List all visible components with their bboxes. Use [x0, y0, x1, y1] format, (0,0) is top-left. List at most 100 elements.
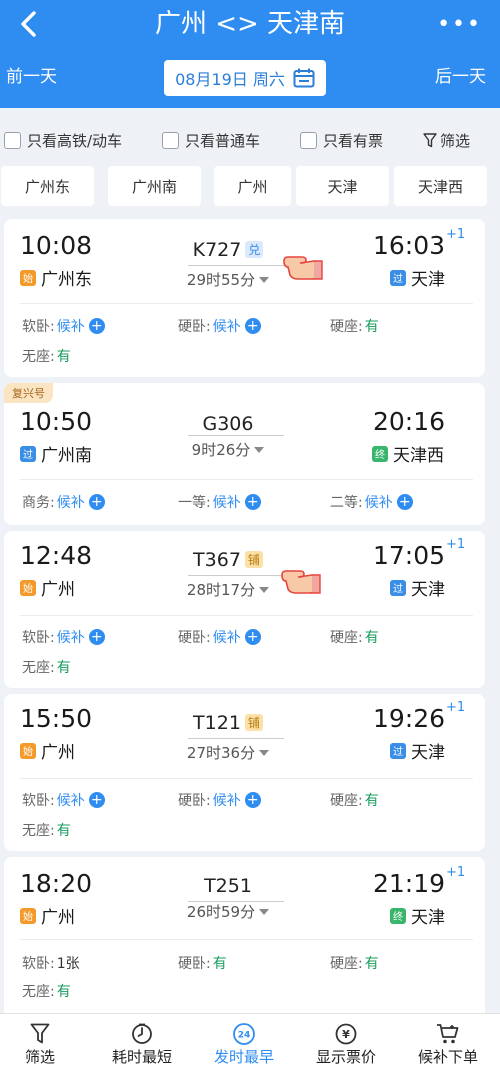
seat-value: 候补 — [212, 319, 241, 335]
only-highspeed-checkbox[interactable]: 只看高铁/动车 — [4, 130, 122, 151]
seat-label: 软卧: — [22, 956, 55, 972]
add-waitlist-icon: + — [396, 494, 413, 510]
filter-icon — [30, 1023, 50, 1044]
tab-earliest-departure[interactable]: 24 发时最早 — [194, 1014, 294, 1071]
seat-hard-seat: 硬座: 有 — [330, 316, 379, 336]
seat-hard-sleeper[interactable]: 硬卧: 候补 + — [178, 316, 261, 336]
add-waitlist-icon: + — [88, 629, 105, 645]
tab-filter[interactable]: 筛选 — [0, 1014, 90, 1071]
seat-soft-sleeper[interactable]: 软卧: 候补 + — [22, 627, 105, 647]
seat-soft-sleeper[interactable]: 软卧: 候补 + — [22, 790, 105, 810]
station-chip[interactable]: 天津西 — [394, 166, 487, 206]
station-chip[interactable]: 广州南 — [108, 166, 201, 206]
duration[interactable]: 28时17分 — [4, 579, 452, 600]
next-day-marker: +1 — [446, 227, 466, 242]
duration[interactable]: 26时59分 — [4, 901, 452, 922]
chevron-down-icon — [254, 447, 265, 453]
arrival-station-name: 天津 — [411, 908, 445, 928]
filter-button[interactable]: 筛选 — [423, 130, 470, 151]
duration-text: 26时59分 — [186, 903, 256, 921]
tab-show-price[interactable]: ¥ 显示票价 — [296, 1014, 396, 1071]
next-day-button[interactable]: 后一天 — [435, 62, 486, 87]
seat-label: 软卧: — [22, 793, 55, 809]
checkbox-icon — [4, 131, 21, 149]
add-waitlist-icon: + — [88, 792, 105, 808]
seat-value: 有 — [56, 984, 71, 1000]
station-chip[interactable]: 天津 — [296, 166, 389, 206]
seat-hard-sleeper[interactable]: 硬卧: 候补 + — [178, 790, 261, 810]
seat-soft-sleeper[interactable]: 软卧: 候补 + — [22, 316, 105, 336]
seat-value: 候补 — [56, 630, 85, 646]
pass-badge: 过 — [390, 742, 406, 759]
more-button[interactable]: ••• — [437, 4, 482, 44]
tab-label: 筛选 — [24, 1048, 55, 1066]
arrival-time: 19:26 — [372, 704, 445, 733]
train-line-divider — [188, 738, 284, 739]
seat-hard-sleeper: 硬卧: 有 — [178, 953, 227, 973]
train-number-text: G306 — [202, 413, 254, 435]
only-highspeed-label: 只看高铁/动车 — [27, 131, 123, 150]
seat-first-class[interactable]: 一等: 候补 + — [178, 492, 261, 512]
train-card[interactable]: 12:48 始 广州 T367 铺 28时17分 17:05 +1 过 天津 软卧… — [4, 531, 485, 688]
duration-text: 9时26分 — [191, 441, 251, 459]
seat-hard-seat: 硬座: 有 — [330, 790, 379, 810]
add-waitlist-icon: + — [244, 494, 261, 510]
seat-label: 软卧: — [22, 319, 55, 335]
seat-value: 候补 — [56, 319, 85, 335]
tab-shortest-duration[interactable]: 耗时最短 — [92, 1014, 192, 1071]
station-chip[interactable]: 广州东 — [1, 166, 94, 206]
train-card[interactable]: 10:08 始 广州东 K727 兑 29时55分 16:03 +1 过 天津 软… — [4, 219, 485, 377]
seat-value: 有 — [364, 793, 379, 809]
arrival-station-name: 天津 — [411, 270, 445, 290]
seat-value: 有 — [56, 349, 71, 365]
card-divider — [20, 303, 473, 304]
add-waitlist-icon: + — [244, 792, 261, 808]
seat-label: 硬座: — [330, 956, 363, 972]
seat-no-seat: 无座: 有 — [22, 657, 71, 677]
seat-second-class[interactable]: 二等: 候补 + — [330, 492, 413, 512]
tab-waitlist-order[interactable]: 候补下单 — [398, 1014, 498, 1071]
seat-hard-sleeper[interactable]: 硬卧: 候补 + — [178, 627, 261, 647]
filter-bar: 只看高铁/动车 只看普通车 只看有票 筛选 — [0, 118, 500, 162]
chevron-down-icon — [259, 277, 270, 283]
checkbox-icon — [300, 131, 317, 149]
arrival-station: 过 天津 — [390, 575, 445, 600]
calendar-icon — [293, 68, 315, 88]
seat-label: 硬座: — [330, 630, 363, 646]
date-picker[interactable]: 08月19日 周六 — [164, 60, 326, 96]
seat-value: 候补 — [56, 793, 85, 809]
chevron-down-icon — [259, 750, 270, 756]
only-normal-checkbox[interactable]: 只看普通车 — [162, 130, 260, 151]
seat-label: 硬卧: — [178, 319, 211, 335]
seat-business[interactable]: 商务: 候补 + — [22, 492, 105, 512]
station-chip[interactable]: 广州 — [214, 166, 291, 206]
seat-value: 候补 — [212, 793, 241, 809]
seat-value: 有 — [56, 823, 71, 839]
prev-day-button[interactable]: 前一天 — [6, 62, 57, 87]
seat-value: 1张 — [56, 956, 80, 972]
arrival-time: 20:16 — [372, 407, 445, 436]
next-day-marker: +1 — [446, 537, 466, 552]
duration[interactable]: 27时36分 — [4, 742, 452, 763]
terminal-badge: 终 — [390, 907, 406, 924]
seat-value: 有 — [364, 956, 379, 972]
timer-icon — [132, 1023, 152, 1044]
pass-badge: 过 — [390, 269, 406, 286]
seat-value: 有 — [364, 319, 379, 335]
seat-label: 硬座: — [330, 319, 363, 335]
arrival-station-name: 天津 — [411, 743, 445, 763]
card-divider — [20, 615, 473, 616]
seat-label: 软卧: — [22, 630, 55, 646]
seat-label: 无座: — [22, 660, 55, 676]
train-card[interactable]: 15:50 始 广州 T121 铺 27时36分 19:26 +1 过 天津 软卧… — [4, 694, 485, 851]
redeem-tag: 兑 — [245, 241, 264, 258]
train-card[interactable]: 复兴号 10:50 过 广州南 G306 9时26分 20:16 终 天津西 商… — [4, 383, 485, 525]
add-waitlist-icon: + — [88, 318, 105, 334]
seat-value: 候补 — [364, 495, 393, 511]
train-card[interactable]: 18:20 始 广州 T251 26时59分 21:19 +1 终 天津 软卧:… — [4, 857, 485, 1013]
arrival-station-name: 天津 — [411, 580, 445, 600]
only-available-checkbox[interactable]: 只看有票 — [300, 130, 383, 151]
duration[interactable]: 29时55分 — [4, 269, 452, 290]
tab-label: 显示票价 — [315, 1048, 376, 1066]
add-waitlist-icon: + — [88, 494, 105, 510]
